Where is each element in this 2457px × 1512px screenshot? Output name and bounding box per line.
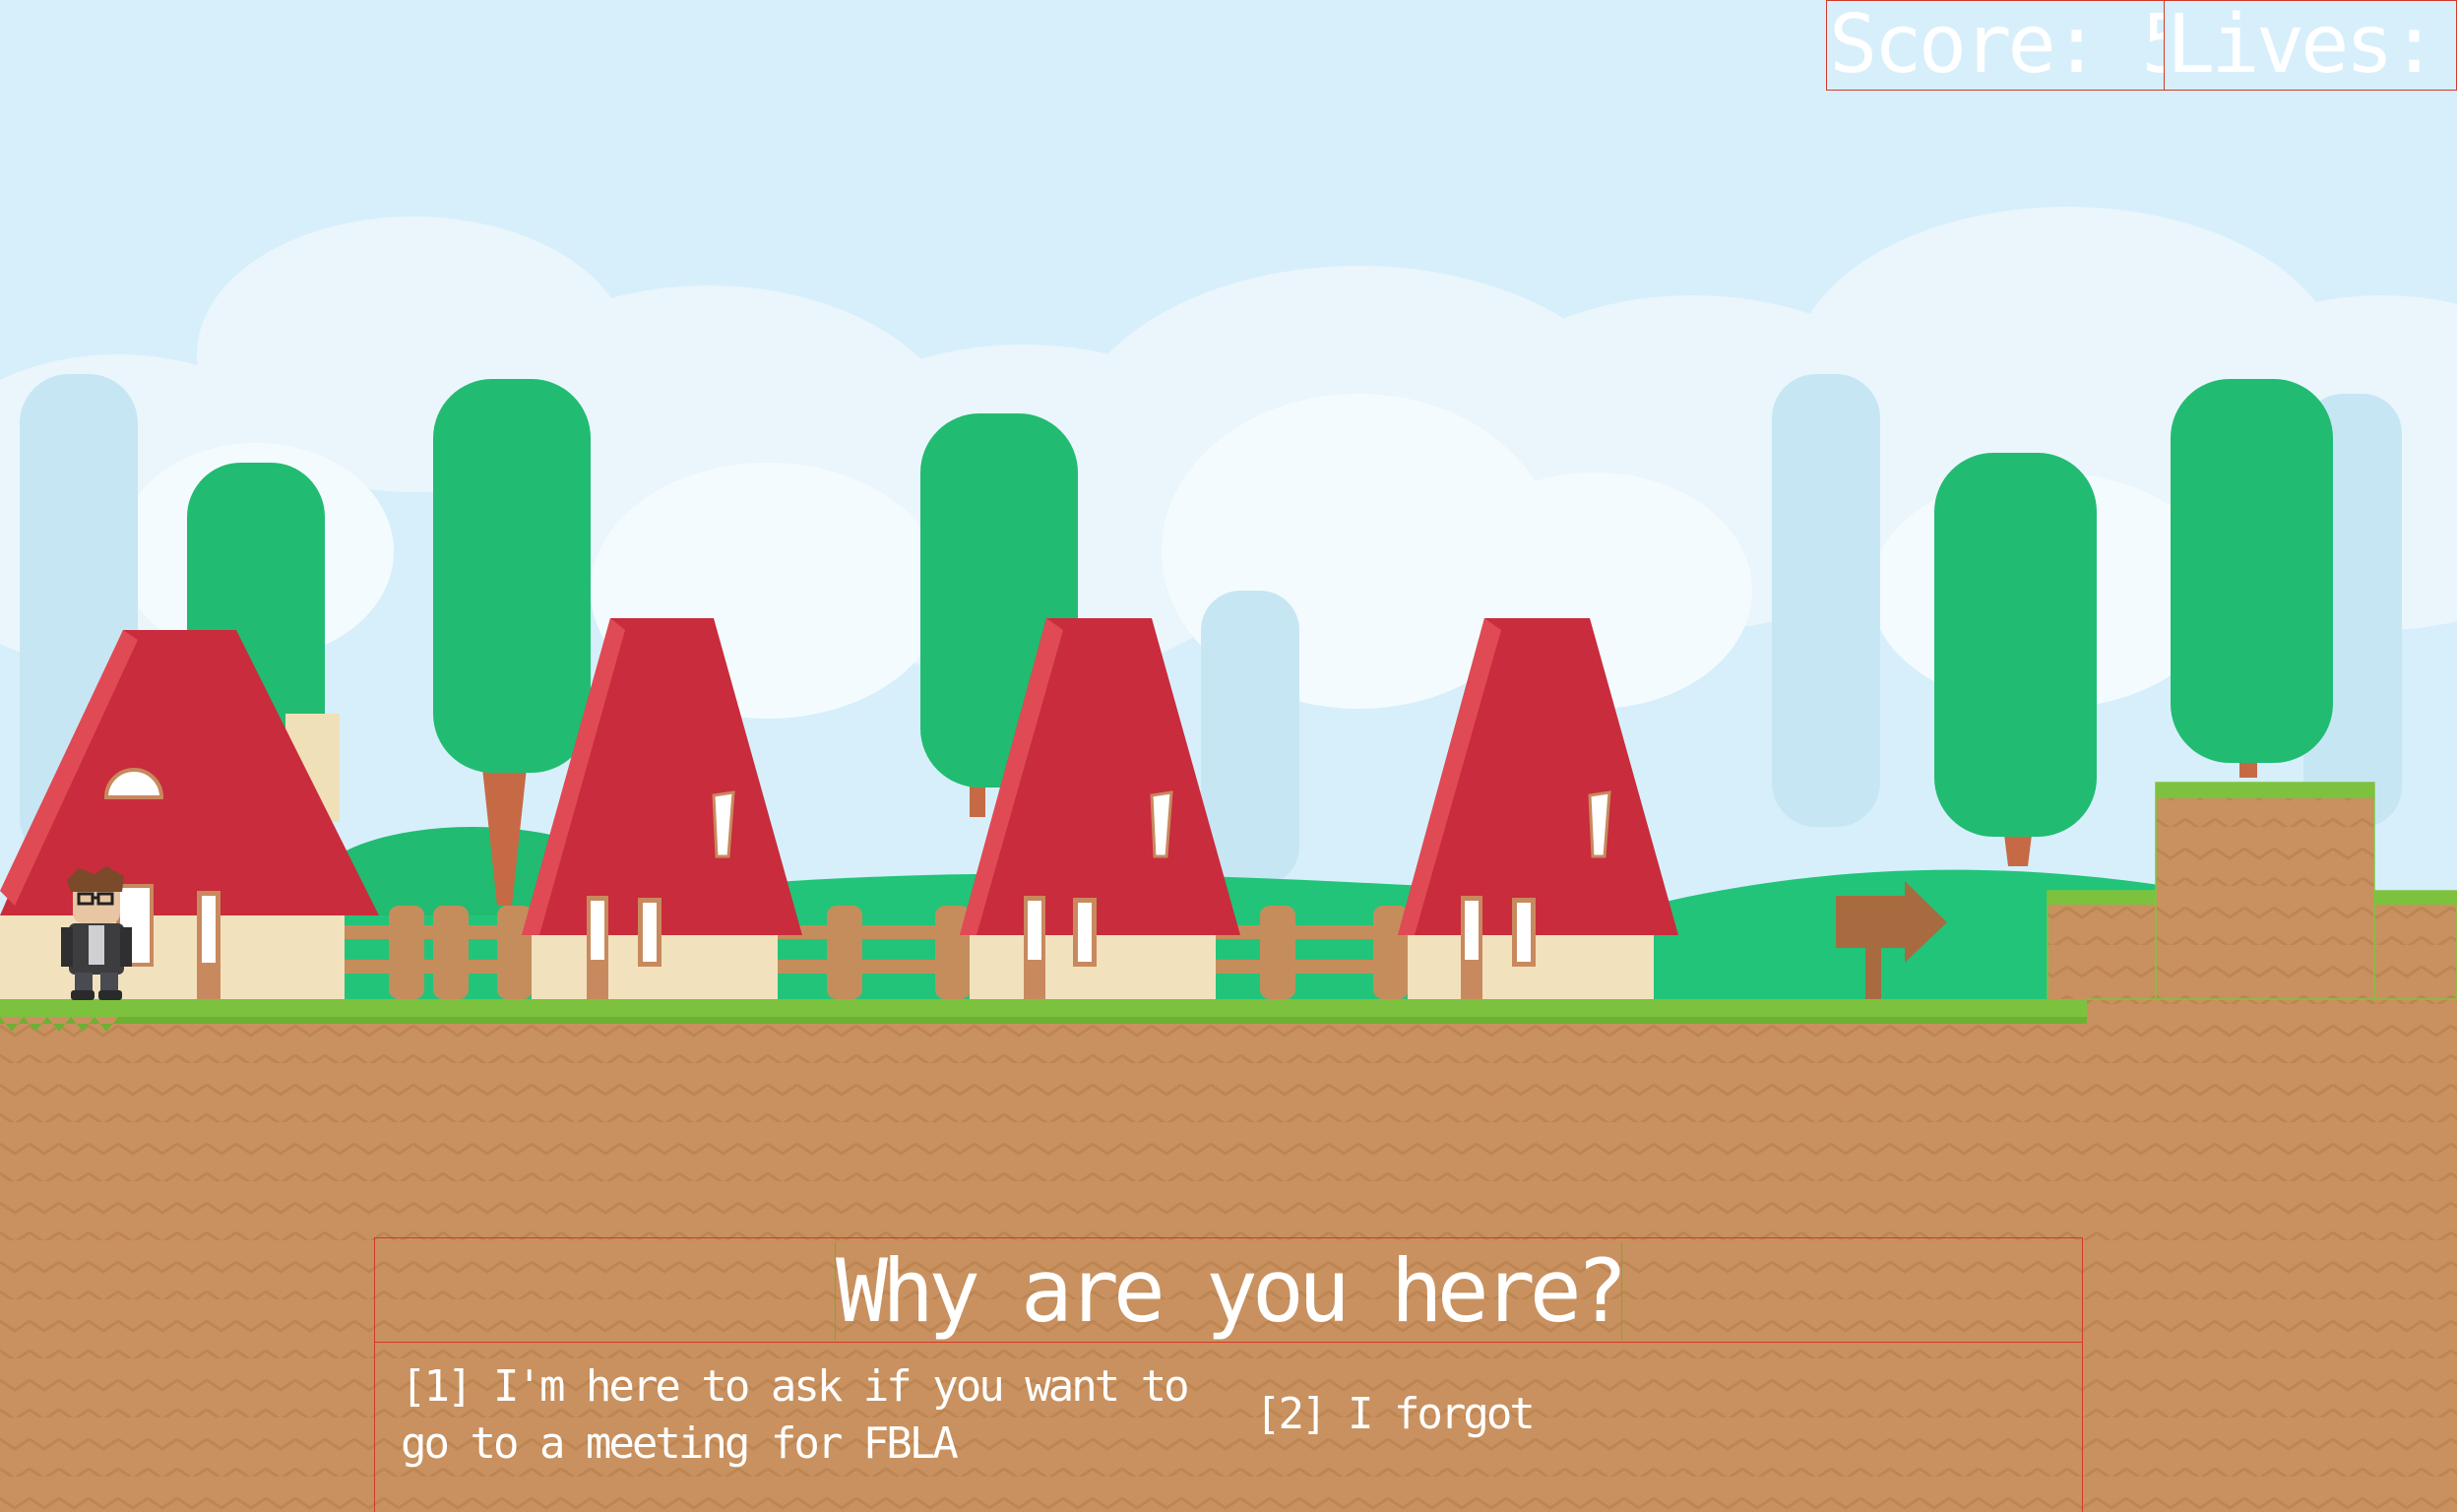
dialog-title-row: Why are you here? (375, 1238, 2082, 1343)
dialog-question: Why are you here? (835, 1242, 1622, 1341)
tree (1934, 453, 2097, 866)
lives-display: Lives: 3 (2164, 0, 2457, 91)
dialog-option-1[interactable]: [1] I'm here to ask if you want to go to… (401, 1358, 1190, 1473)
lives-text: Lives: 3 (2167, 0, 2456, 91)
dialog-box: Why are you here? [1] I'm here to ask if… (374, 1237, 2083, 1512)
dialog-option-2[interactable]: [2] I forgot (1255, 1386, 1649, 1443)
score-text: Score: 5 (1829, 0, 2165, 91)
game-scene: Score: 5 Lives: 3 Why are you here? [1] … (0, 0, 2457, 1512)
player-character (61, 866, 132, 1000)
tree (2171, 379, 2333, 778)
score-display: Score: 5 (1826, 0, 2165, 91)
